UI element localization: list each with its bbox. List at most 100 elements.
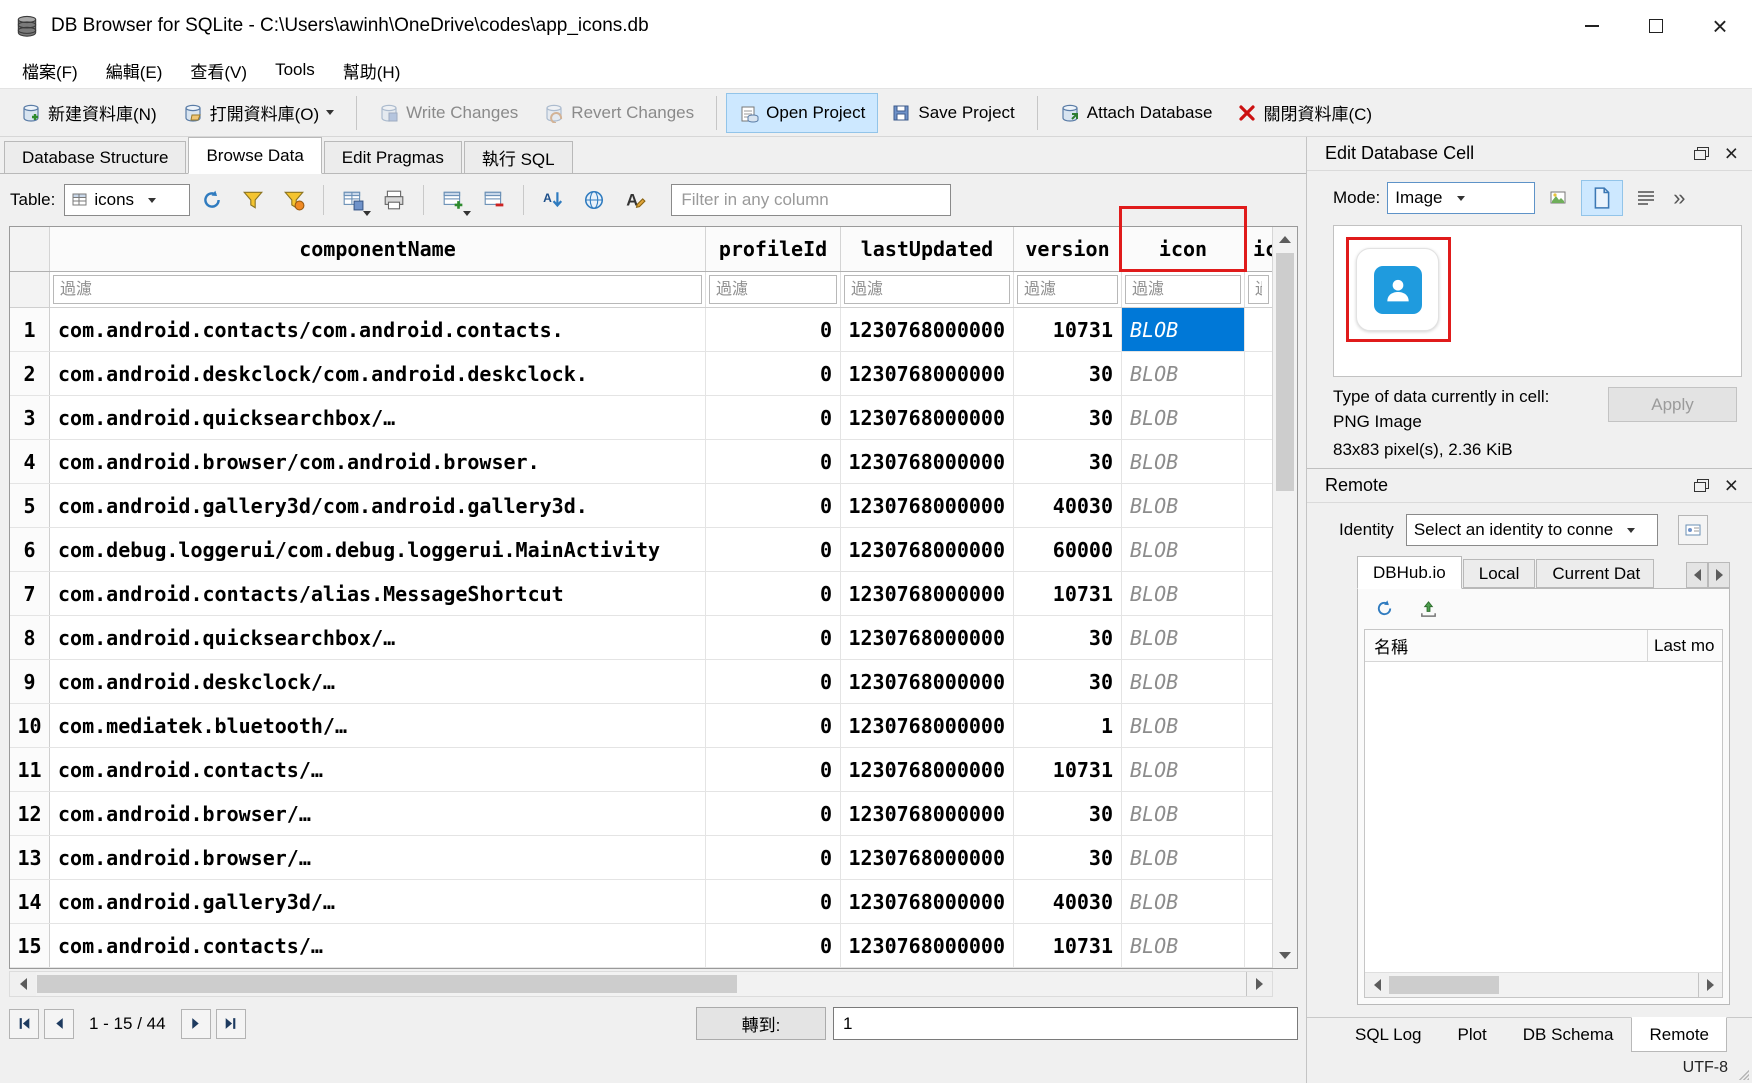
row-number-cell[interactable]: 13 xyxy=(10,836,50,879)
remote-upload-button[interactable] xyxy=(1412,592,1444,624)
profileId-cell[interactable]: 0 xyxy=(706,792,841,835)
tab-browse-data[interactable]: Browse Data xyxy=(188,137,321,174)
row-number-cell[interactable]: 9 xyxy=(10,660,50,703)
row-number-cell[interactable]: 6 xyxy=(10,528,50,571)
clear-filters-button[interactable] xyxy=(234,181,272,219)
remote-tab-local[interactable]: Local xyxy=(1463,559,1536,588)
componentName-cell[interactable]: com.android.contacts/alias.MessageShortc… xyxy=(50,572,706,615)
dock-tab-plot[interactable]: Plot xyxy=(1439,1018,1504,1052)
icon-cell[interactable]: BLOB xyxy=(1122,308,1245,351)
chevron-down-icon[interactable] xyxy=(363,211,371,216)
scroll-down-button[interactable] xyxy=(1273,943,1297,968)
last-record-button[interactable] xyxy=(216,1009,246,1039)
word-wrap-button[interactable] xyxy=(1630,182,1662,214)
partial-cell[interactable] xyxy=(1245,924,1272,967)
row-number-cell[interactable]: 14 xyxy=(10,880,50,923)
filter-partial-input[interactable] xyxy=(1248,275,1269,304)
icon-cell[interactable]: BLOB xyxy=(1122,704,1245,747)
goto-button[interactable]: 轉到: xyxy=(696,1007,826,1040)
select-all-corner[interactable] xyxy=(10,227,50,271)
componentName-cell[interactable]: com.android.quicksearchbox/… xyxy=(50,616,706,659)
partial-cell[interactable] xyxy=(1245,836,1272,879)
lastUpdated-cell[interactable]: 1230768000000 xyxy=(841,572,1014,615)
lastUpdated-cell[interactable]: 1230768000000 xyxy=(841,924,1014,967)
partial-cell[interactable] xyxy=(1245,704,1272,747)
minimize-button[interactable] xyxy=(1560,0,1624,52)
save-project-button[interactable]: Save Project xyxy=(878,93,1027,133)
save-filters-button[interactable] xyxy=(275,181,313,219)
column-header-partial[interactable]: ic xyxy=(1245,227,1272,271)
row-number-cell[interactable]: 1 xyxy=(10,308,50,351)
row-number-cell[interactable]: 10 xyxy=(10,704,50,747)
version-cell[interactable]: 30 xyxy=(1014,792,1122,835)
chevron-down-icon[interactable] xyxy=(463,211,471,216)
open-database-button[interactable]: 打開資料庫(O) xyxy=(170,93,348,133)
import-certificate-button[interactable] xyxy=(1678,515,1708,545)
componentName-cell[interactable]: com.android.contacts/… xyxy=(50,748,706,791)
import-data-button[interactable] xyxy=(1542,182,1574,214)
lastUpdated-cell[interactable]: 1230768000000 xyxy=(841,792,1014,835)
icon-cell[interactable]: BLOB xyxy=(1122,440,1245,483)
remote-refresh-button[interactable] xyxy=(1368,592,1400,624)
row-number-cell[interactable]: 7 xyxy=(10,572,50,615)
componentName-cell[interactable]: com.android.contacts/… xyxy=(50,924,706,967)
row-number-cell[interactable]: 4 xyxy=(10,440,50,483)
column-header-componentName[interactable]: componentName xyxy=(50,227,706,271)
profileId-cell[interactable]: 0 xyxy=(706,616,841,659)
icon-cell[interactable]: BLOB xyxy=(1122,528,1245,571)
version-cell[interactable]: 30 xyxy=(1014,440,1122,483)
profileId-cell[interactable]: 0 xyxy=(706,396,841,439)
close-database-button[interactable]: 關閉資料庫(C) xyxy=(1225,93,1385,133)
profileId-cell[interactable]: 0 xyxy=(706,880,841,923)
componentName-cell[interactable]: com.android.quicksearchbox/… xyxy=(50,396,706,439)
new-database-button[interactable]: 新建資料庫(N) xyxy=(8,93,170,133)
attach-database-button[interactable]: Attach Database xyxy=(1047,93,1226,133)
resize-grip-icon[interactable] xyxy=(1737,1068,1749,1080)
scroll-right-button[interactable] xyxy=(1698,973,1722,997)
row-number-cell[interactable]: 11 xyxy=(10,748,50,791)
tab-scroll-left-button[interactable] xyxy=(1686,562,1708,588)
profileId-cell[interactable]: 0 xyxy=(706,440,841,483)
lastUpdated-cell[interactable]: 1230768000000 xyxy=(841,528,1014,571)
icon-cell[interactable]: BLOB xyxy=(1122,396,1245,439)
version-cell[interactable]: 10731 xyxy=(1014,748,1122,791)
lastUpdated-cell[interactable]: 1230768000000 xyxy=(841,704,1014,747)
componentName-cell[interactable]: com.debug.loggerui/com.debug.loggerui.Ma… xyxy=(50,528,706,571)
tab-edit-pragmas[interactable]: Edit Pragmas xyxy=(324,141,462,173)
save-results-button[interactable] xyxy=(334,181,372,219)
vertical-scrollbar-thumb[interactable] xyxy=(1276,253,1294,491)
version-cell[interactable]: 40030 xyxy=(1014,880,1122,923)
icon-cell[interactable]: BLOB xyxy=(1122,748,1245,791)
profileId-cell[interactable]: 0 xyxy=(706,308,841,351)
profileId-cell[interactable]: 0 xyxy=(706,660,841,703)
filter-profileId-input[interactable] xyxy=(709,275,837,304)
apply-button[interactable]: Apply xyxy=(1608,387,1737,422)
version-cell[interactable]: 10731 xyxy=(1014,924,1122,967)
tree-header-last-modified[interactable]: Last mo xyxy=(1648,630,1722,661)
partial-cell[interactable] xyxy=(1245,528,1272,571)
lastUpdated-cell[interactable]: 1230768000000 xyxy=(841,308,1014,351)
revert-changes-button[interactable]: Revert Changes xyxy=(531,93,707,133)
version-cell[interactable]: 30 xyxy=(1014,352,1122,395)
componentName-cell[interactable]: com.android.deskclock/… xyxy=(50,660,706,703)
first-record-button[interactable] xyxy=(9,1009,39,1039)
icon-cell[interactable]: BLOB xyxy=(1122,660,1245,703)
componentName-cell[interactable]: com.android.gallery3d/… xyxy=(50,880,706,923)
lastUpdated-cell[interactable]: 1230768000000 xyxy=(841,660,1014,703)
version-cell[interactable]: 30 xyxy=(1014,396,1122,439)
identity-combobox[interactable]: Select an identity to conne xyxy=(1406,514,1658,546)
profileId-cell[interactable]: 0 xyxy=(706,528,841,571)
maximize-button[interactable] xyxy=(1624,0,1688,52)
row-number-cell[interactable]: 5 xyxy=(10,484,50,527)
open-database-dropdown-icon[interactable] xyxy=(326,110,334,115)
refresh-button[interactable] xyxy=(193,181,231,219)
tab-execute-sql[interactable]: 執行 SQL xyxy=(464,141,573,173)
tree-scrollbar-thumb[interactable] xyxy=(1389,976,1499,994)
dock-tab-sql-log[interactable]: SQL Log xyxy=(1337,1018,1439,1052)
version-cell[interactable]: 30 xyxy=(1014,836,1122,879)
icon-cell[interactable]: BLOB xyxy=(1122,792,1245,835)
menu-tools[interactable]: Tools xyxy=(261,52,329,88)
menu-file[interactable]: 檔案(F) xyxy=(8,52,92,88)
partial-cell[interactable] xyxy=(1245,396,1272,439)
componentName-cell[interactable]: com.android.browser/… xyxy=(50,792,706,835)
